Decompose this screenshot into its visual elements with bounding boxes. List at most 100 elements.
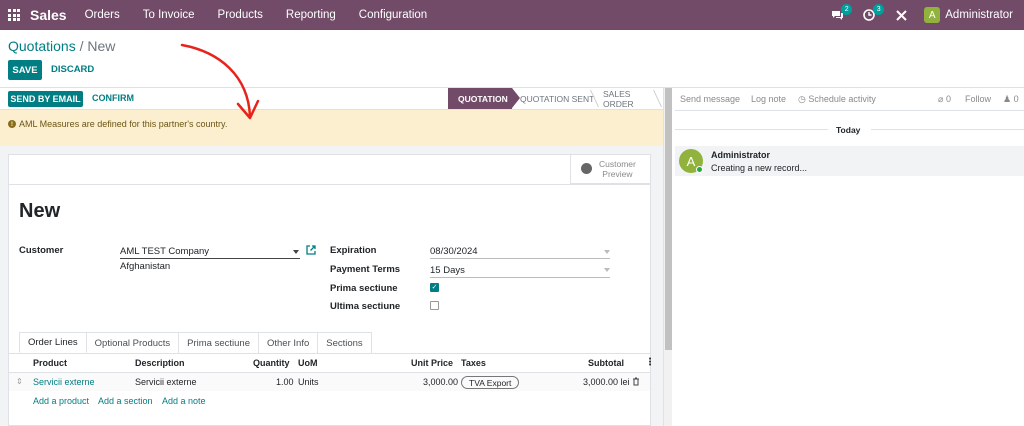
user-name[interactable]: Administrator	[945, 9, 1013, 21]
messaging-icon[interactable]: 2	[828, 4, 853, 24]
form-statusbar: SEND BY EMAIL CONFIRM QUOTATION QUOTATIO…	[0, 88, 663, 110]
col-quantity[interactable]: Quantity	[253, 358, 290, 368]
table-row[interactable]	[9, 373, 650, 391]
customer-preview-label: Customer Preview	[599, 159, 636, 179]
activity-count-badge: 3	[873, 4, 885, 15]
customer-address: Afghanistan	[120, 261, 171, 272]
attachment-count: 0	[945, 94, 951, 104]
apps-menu-icon[interactable]	[8, 9, 20, 21]
prima-sectiune-checkbox[interactable]: ✓	[430, 283, 439, 292]
follow-button[interactable]: Follow	[965, 94, 991, 104]
form-scrollbar[interactable]	[663, 88, 672, 426]
tab-sections[interactable]: Sections	[318, 332, 372, 353]
top-navbar: Sales Orders To Invoice Products Reporti…	[0, 0, 1024, 30]
menu-products[interactable]: Products	[218, 9, 263, 21]
send-message-button[interactable]: Send message	[680, 94, 740, 104]
paperclip-icon: ⌀	[938, 94, 944, 104]
user-avatar[interactable]: A	[924, 7, 941, 23]
optional-columns-kebab-icon[interactable]: ⋮	[645, 357, 655, 368]
tab-optional-products[interactable]: Optional Products	[86, 332, 180, 353]
col-subtotal[interactable]: Subtotal	[588, 358, 624, 368]
menu-configuration[interactable]: Configuration	[359, 9, 427, 21]
stage-quotation[interactable]: QUOTATION	[448, 88, 520, 109]
breadcrumb-quotations-link[interactable]: Quotations	[8, 38, 76, 54]
col-taxes[interactable]: Taxes	[461, 358, 486, 368]
menu-orders[interactable]: Orders	[85, 9, 120, 21]
ultima-sectiune-label: Ultima sectiune	[330, 301, 401, 312]
record-title: New	[19, 200, 61, 222]
send-by-email-button[interactable]: SEND BY EMAIL	[8, 91, 83, 107]
payment-terms-select[interactable]: 15 Days	[430, 265, 465, 276]
customer-dropdown-chevron-icon[interactable]	[293, 250, 299, 254]
attachments-button[interactable]: ⌀ 0	[938, 94, 951, 105]
schedule-activity-label: Schedule activity	[808, 94, 876, 104]
tab-prima-sectiune[interactable]: Prima sectiune	[179, 332, 259, 353]
menu-reporting[interactable]: Reporting	[286, 9, 336, 21]
cell-product[interactable]: Servicii externe	[33, 377, 95, 387]
date-separator-today: Today	[836, 125, 861, 135]
save-button[interactable]: SAVE	[8, 60, 42, 80]
online-status-dot	[696, 166, 703, 173]
col-uom[interactable]: UoM	[298, 358, 318, 368]
customer-input[interactable]: AML TEST Company	[120, 246, 209, 257]
discard-button[interactable]: DISCARD	[51, 64, 94, 75]
customer-preview-button[interactable]: Customer Preview	[570, 154, 651, 184]
clock-icon: ◷	[798, 94, 806, 104]
delete-line-trash-icon[interactable]	[632, 377, 640, 388]
add-note-link[interactable]: Add a note	[162, 396, 206, 406]
message-body: Creating a new record...	[711, 163, 808, 173]
tax-tag[interactable]: TVA Export	[461, 376, 520, 389]
followers-count: 0	[1013, 94, 1019, 104]
drag-handle-icon[interactable]: ⇕	[16, 377, 23, 386]
ultima-sectiune-checkbox[interactable]	[430, 301, 439, 310]
tabs-divider	[9, 353, 650, 354]
payment-terms-label: Payment Terms	[330, 264, 401, 275]
expiration-dropdown-icon[interactable]	[604, 250, 610, 254]
cell-description[interactable]: Servicii externe	[135, 377, 197, 387]
followers-button[interactable]: ♟ 0	[1003, 94, 1019, 105]
chatter-topbar-divider	[675, 110, 1024, 111]
expiration-label: Expiration	[330, 245, 377, 256]
debug-tools-icon[interactable]	[892, 6, 910, 24]
breadcrumb-current: New	[87, 38, 116, 54]
schedule-activity-button[interactable]: ◷ Schedule activity	[798, 94, 876, 105]
cell-quantity[interactable]: 1.00	[276, 377, 294, 387]
log-note-button[interactable]: Log note	[751, 94, 786, 104]
followers-person-icon: ♟	[1003, 94, 1012, 104]
menu-to-invoice[interactable]: To Invoice	[143, 9, 195, 21]
tab-order-lines[interactable]: Order Lines	[19, 332, 87, 353]
scrollbar-thumb[interactable]	[665, 88, 672, 350]
col-product[interactable]: Product	[33, 358, 67, 368]
expiration-input[interactable]: 08/30/2024	[430, 246, 478, 257]
chatter-panel: Send message Log note ◷ Schedule activit…	[673, 88, 1024, 426]
cell-subtotal: 3,000.00 lei	[583, 377, 630, 387]
tab-other-info[interactable]: Other Info	[259, 332, 319, 353]
col-unit-price[interactable]: Unit Price	[411, 358, 453, 368]
sheet-header-divider	[9, 184, 650, 185]
customer-input-underline	[120, 258, 300, 259]
notebook-tabs: Order Lines Optional Products Prima sect…	[19, 332, 372, 353]
preview-label-line2: Preview	[602, 168, 633, 179]
cell-unit-price[interactable]: 3,000.00	[423, 377, 458, 387]
col-description[interactable]: Description	[135, 358, 185, 368]
activity-clock-icon[interactable]: 3	[860, 4, 885, 24]
date-separator-line	[871, 129, 1024, 130]
prima-sectiune-label: Prima sectiune	[330, 283, 398, 294]
aml-warning-alert: ! AML Measures are defined for this part…	[0, 110, 663, 146]
payment-terms-dropdown-icon[interactable]	[604, 268, 610, 272]
external-link-icon[interactable]	[306, 245, 316, 255]
confirm-button[interactable]: CONFIRM	[92, 93, 134, 103]
info-icon: !	[8, 120, 16, 128]
expiration-underline	[430, 258, 610, 259]
add-product-link[interactable]: Add a product	[33, 396, 89, 406]
cell-uom[interactable]: Units	[298, 377, 319, 387]
message-author[interactable]: Administrator	[711, 150, 770, 160]
navbar-systray: 2 3 A Administrator	[828, 0, 1024, 30]
breadcrumb-separator: /	[79, 38, 84, 54]
preview-label-line1: Customer	[599, 158, 636, 169]
red-annotation-arrow	[180, 43, 260, 120]
app-brand[interactable]: Sales	[30, 7, 67, 23]
add-section-link[interactable]: Add a section	[98, 396, 153, 406]
messaging-count-badge: 2	[841, 4, 853, 15]
date-separator-line	[675, 129, 828, 130]
